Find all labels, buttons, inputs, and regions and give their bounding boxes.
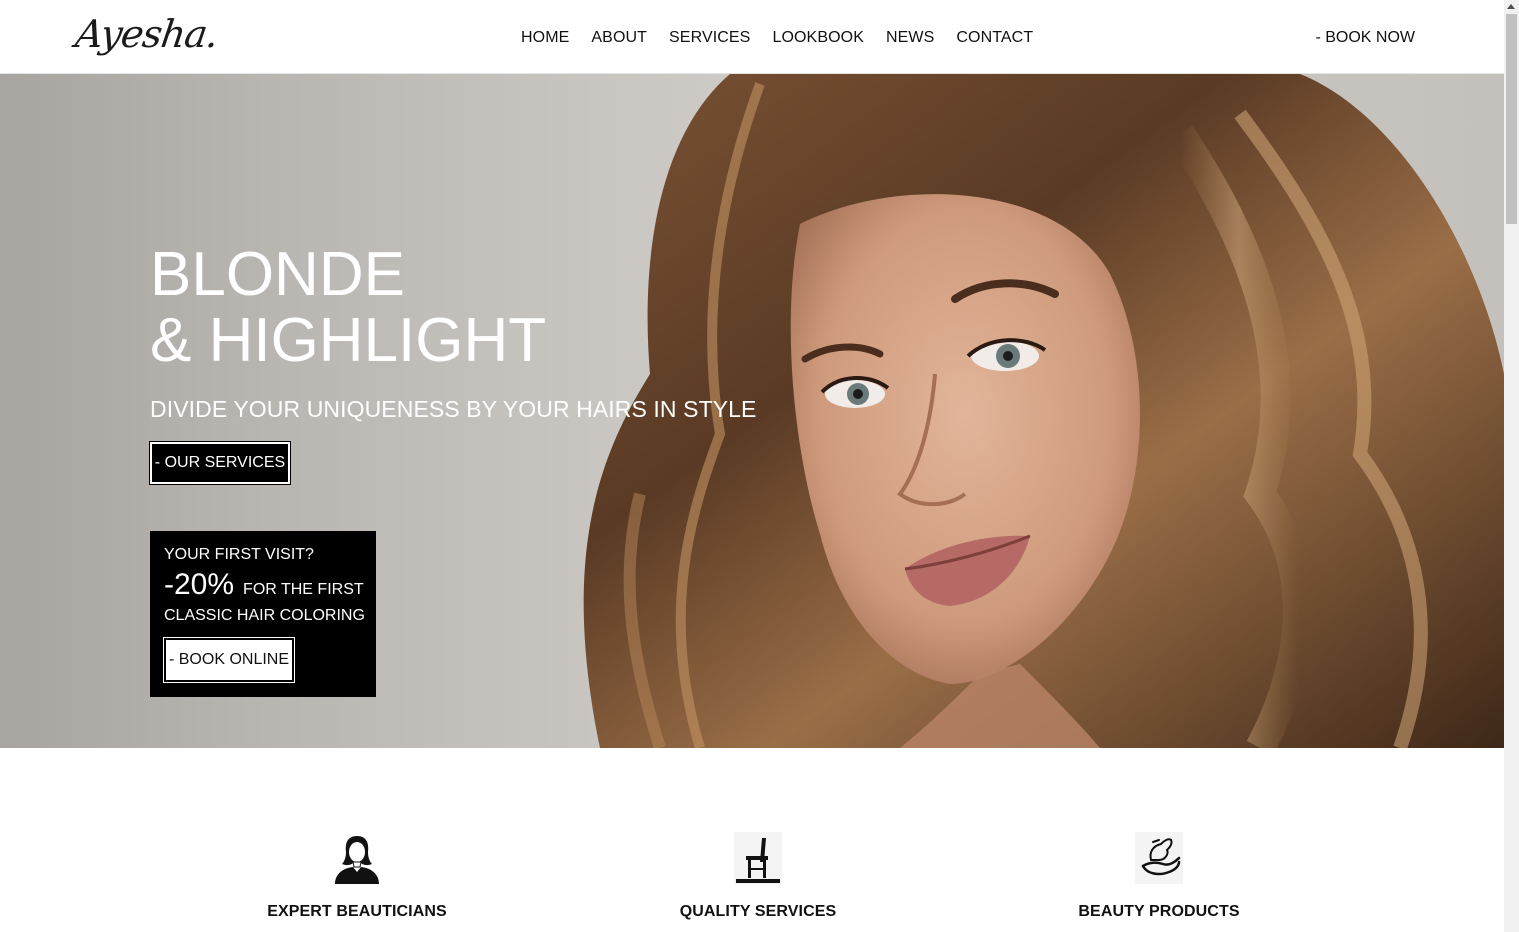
features-section: EXPERT BEAUTICIANS QUALITY SERVICES BEAU… bbox=[0, 748, 1504, 932]
feature-beauty-products: BEAUTY PRODUCTS bbox=[1029, 832, 1289, 921]
feature-label: QUALITY SERVICES bbox=[679, 903, 837, 920]
our-services-button[interactable]: - OUR SERVICES bbox=[149, 441, 291, 485]
nav-item-home[interactable]: HOME bbox=[521, 29, 569, 47]
brand-logo[interactable]: Ayesha. bbox=[73, 12, 221, 56]
feature-expert-beauticians: EXPERT BEAUTICIANS bbox=[227, 832, 487, 921]
page-scrollbar[interactable] bbox=[1504, 0, 1519, 932]
promo-offer: -20% FOR THE FIRST bbox=[164, 568, 364, 602]
book-online-button[interactable]: - BOOK ONLINE bbox=[163, 637, 295, 683]
nav-item-contact[interactable]: CONTACT bbox=[956, 29, 1033, 47]
feature-label: BEAUTY PRODUCTS bbox=[1078, 903, 1240, 920]
nav-item-about[interactable]: ABOUT bbox=[591, 29, 647, 47]
nav-item-services[interactable]: SERVICES bbox=[669, 29, 750, 47]
nav-item-news[interactable]: NEWS bbox=[886, 29, 934, 47]
promo-line-2: CLASSIC HAIR COLORING bbox=[164, 607, 365, 624]
beautician-icon bbox=[335, 836, 379, 884]
nav-item-lookbook[interactable]: LOOKBOOK bbox=[772, 29, 864, 47]
feature-quality-services: QUALITY SERVICES bbox=[628, 832, 888, 921]
salon-chair-icon bbox=[734, 832, 782, 884]
book-now-link[interactable]: - BOOK NOW bbox=[1315, 29, 1415, 47]
main-nav: HOME ABOUT SERVICES LOOKBOOK NEWS CONTAC… bbox=[521, 29, 1033, 47]
promo-discount: -20% bbox=[164, 568, 235, 601]
hero-title: BLONDE & HIGHLIGHT bbox=[150, 242, 546, 374]
hero-title-line-1: BLONDE bbox=[150, 240, 405, 309]
scroll-up-arrow-icon[interactable] bbox=[1507, 4, 1515, 9]
site-header: Ayesha. HOME ABOUT SERVICES LOOKBOOK NEW… bbox=[0, 0, 1504, 74]
promo-line-1: FOR THE FIRST bbox=[243, 581, 364, 598]
promo-question: YOUR FIRST VISIT? bbox=[164, 546, 314, 563]
hero-title-line-2: & HIGHLIGHT bbox=[150, 306, 547, 375]
first-visit-promo: YOUR FIRST VISIT? -20% FOR THE FIRST CLA… bbox=[150, 531, 376, 697]
hero-banner: BLONDE & HIGHLIGHT DIVIDE YOUR UNIQUENES… bbox=[0, 74, 1504, 748]
hero-subtitle: DIVIDE YOUR UNIQUENESS BY YOUR HAIRS IN … bbox=[150, 396, 757, 422]
hand-product-icon bbox=[1135, 832, 1183, 884]
scrollbar-thumb[interactable] bbox=[1506, 14, 1517, 224]
feature-label: EXPERT BEAUTICIANS bbox=[267, 903, 447, 920]
